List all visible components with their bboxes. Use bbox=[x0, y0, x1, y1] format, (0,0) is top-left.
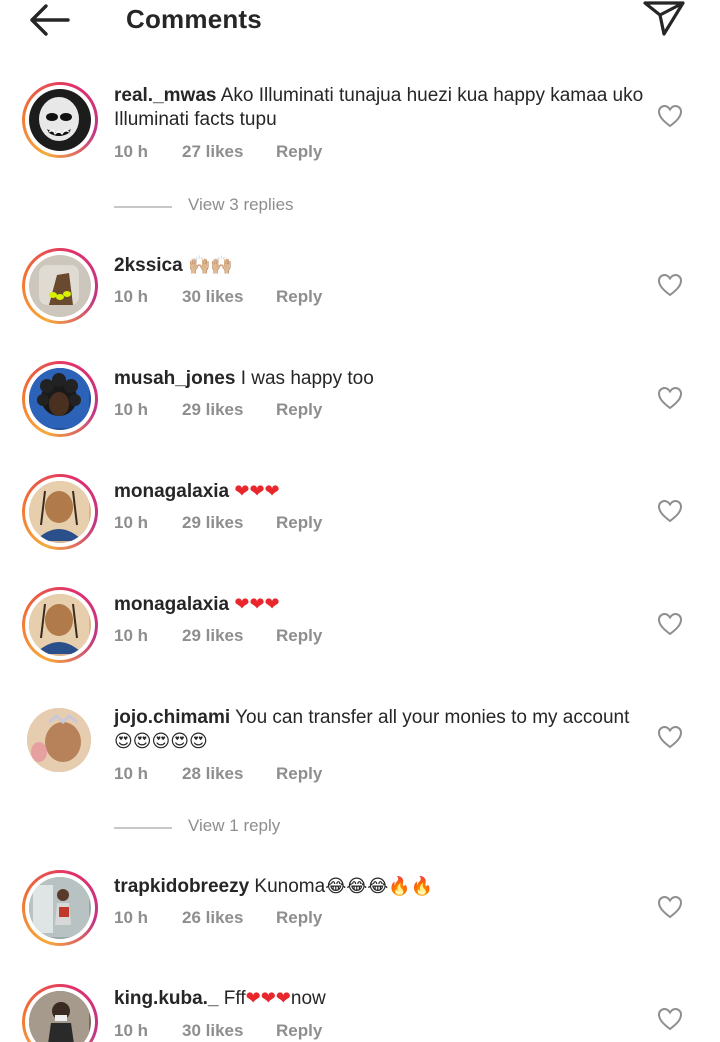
reply-button[interactable]: Reply bbox=[276, 142, 322, 162]
reply-button[interactable]: Reply bbox=[276, 400, 322, 420]
comment-likes[interactable]: 27 likes bbox=[182, 142, 243, 162]
comment-username[interactable]: jojo.chimami bbox=[114, 707, 230, 728]
view-replies-label[interactable]: View 3 replies bbox=[188, 195, 294, 215]
comment-body: Fff bbox=[218, 988, 246, 1009]
heart-outline-icon bbox=[657, 499, 683, 523]
comment-text: monagalaxia ❤❤❤ bbox=[114, 593, 644, 617]
avatar[interactable] bbox=[22, 870, 98, 946]
view-replies-label[interactable]: View 1 reply bbox=[188, 816, 280, 836]
comment-text: trapkidobreezy Kunoma😂😂😂🔥🔥 bbox=[114, 875, 644, 899]
avatar-image bbox=[29, 991, 89, 1042]
comment-time: 10 h bbox=[114, 142, 149, 161]
heart-outline-icon bbox=[657, 273, 683, 297]
reply-button[interactable]: Reply bbox=[276, 1021, 322, 1041]
comment-emoji: 😂😂😂🔥🔥 bbox=[325, 876, 434, 897]
paper-plane-icon bbox=[643, 1, 685, 36]
comment-likes[interactable]: 29 likes bbox=[182, 626, 243, 646]
heart-outline-icon bbox=[657, 895, 683, 919]
share-button[interactable] bbox=[640, 0, 688, 38]
like-button[interactable] bbox=[656, 894, 684, 920]
reply-button[interactable]: Reply bbox=[276, 908, 322, 928]
heart-outline-icon bbox=[657, 104, 683, 128]
comment-likes[interactable]: 26 likes bbox=[182, 908, 243, 928]
avatar-image bbox=[27, 708, 91, 772]
comment-emoji: ❤❤❤ bbox=[245, 988, 291, 1009]
comment-body-end: now bbox=[290, 988, 326, 1009]
comment-username[interactable]: monagalaxia bbox=[114, 594, 229, 615]
comment-text: jojo.chimami You can transfer all your m… bbox=[114, 706, 644, 754]
avatar[interactable] bbox=[22, 82, 98, 158]
like-button[interactable] bbox=[656, 498, 684, 524]
reply-button[interactable]: Reply bbox=[276, 513, 322, 533]
heart-outline-icon bbox=[657, 612, 683, 636]
avatar[interactable] bbox=[22, 587, 98, 663]
comment-likes[interactable]: 30 likes bbox=[182, 287, 243, 307]
comment-text: real._mwas Ako Illuminati tunajua huezi … bbox=[114, 84, 644, 132]
comment-username[interactable]: king.kuba._ bbox=[114, 988, 219, 1009]
like-button[interactable] bbox=[656, 724, 684, 750]
avatar-image bbox=[29, 594, 89, 654]
comment-time: 10 h bbox=[114, 626, 149, 645]
comment-text: monagalaxia ❤❤❤ bbox=[114, 480, 644, 504]
avatar[interactable] bbox=[22, 361, 98, 437]
divider bbox=[114, 827, 172, 829]
avatar-image bbox=[29, 877, 89, 937]
like-button[interactable] bbox=[656, 272, 684, 298]
comment-emoji: 🙌🏼🙌🏼 bbox=[187, 255, 233, 276]
avatar[interactable] bbox=[22, 248, 98, 324]
comment-likes[interactable]: 29 likes bbox=[182, 513, 243, 533]
like-button[interactable] bbox=[656, 611, 684, 637]
comment-body: You can transfer all your monies to my a… bbox=[230, 707, 630, 728]
reply-button[interactable]: Reply bbox=[276, 287, 322, 307]
comment-username[interactable]: monagalaxia bbox=[114, 481, 229, 502]
avatar[interactable] bbox=[22, 984, 98, 1042]
comment-time: 10 h bbox=[114, 1021, 149, 1040]
arrow-left-icon bbox=[30, 4, 70, 36]
comment-likes[interactable]: 29 likes bbox=[182, 400, 243, 420]
comment-text: musah_jones I was happy too bbox=[114, 367, 644, 391]
comment-username[interactable]: real._mwas bbox=[114, 85, 216, 106]
comment-time: 10 h bbox=[114, 513, 149, 532]
avatar-image bbox=[39, 265, 79, 305]
avatar[interactable] bbox=[27, 708, 91, 772]
comment-time: 10 h bbox=[114, 908, 149, 927]
reply-button[interactable]: Reply bbox=[276, 626, 322, 646]
back-button[interactable] bbox=[26, 2, 72, 38]
comment-text: king.kuba._ Fff❤❤❤now bbox=[114, 987, 644, 1011]
reply-button[interactable]: Reply bbox=[276, 764, 322, 784]
comment-body: I was happy too bbox=[235, 368, 374, 389]
comment-username[interactable]: trapkidobreezy bbox=[114, 876, 249, 897]
page-title: Comments bbox=[126, 4, 262, 34]
like-button[interactable] bbox=[656, 103, 684, 129]
avatar[interactable] bbox=[22, 474, 98, 550]
avatar-image bbox=[29, 481, 89, 541]
comment-body: Kunoma bbox=[249, 876, 326, 897]
comment-likes[interactable]: 30 likes bbox=[182, 1021, 243, 1041]
comment-username[interactable]: musah_jones bbox=[114, 368, 235, 389]
heart-outline-icon bbox=[657, 1007, 683, 1031]
comment-emoji: ❤❤❤ bbox=[234, 481, 280, 502]
heart-outline-icon bbox=[657, 725, 683, 749]
like-button[interactable] bbox=[656, 1006, 684, 1032]
like-button[interactable] bbox=[656, 385, 684, 411]
comment-username[interactable]: 2kssica bbox=[114, 255, 183, 276]
comment-likes[interactable]: 28 likes bbox=[182, 764, 243, 784]
comment-time: 10 h bbox=[114, 287, 149, 306]
top-bar: Comments bbox=[0, 0, 720, 40]
heart-outline-icon bbox=[657, 386, 683, 410]
avatar-image bbox=[29, 368, 89, 428]
avatar-image bbox=[39, 97, 79, 141]
comment-emoji: 😍😍😍😍😍 bbox=[114, 731, 208, 752]
divider bbox=[114, 206, 172, 208]
comment-time: 10 h bbox=[114, 764, 149, 783]
comment-text: 2kssica 🙌🏼🙌🏼 bbox=[114, 254, 644, 278]
comment-emoji: ❤❤❤ bbox=[234, 594, 280, 615]
comment-time: 10 h bbox=[114, 400, 149, 419]
